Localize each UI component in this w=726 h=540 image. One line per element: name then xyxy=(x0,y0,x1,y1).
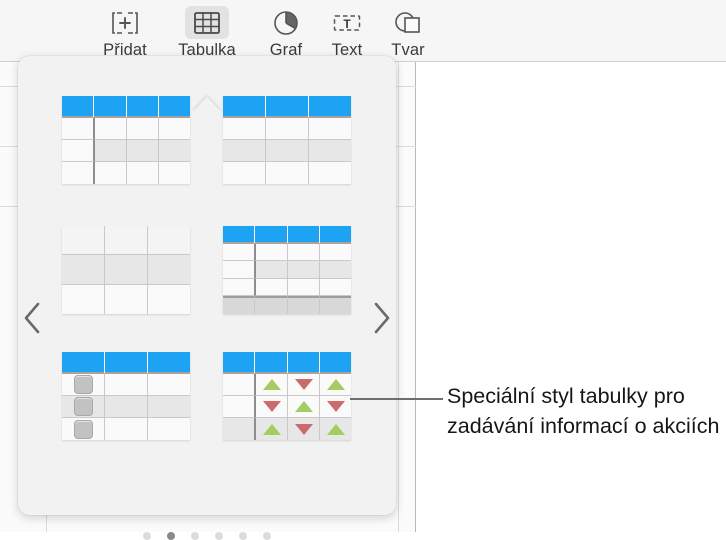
table-style-thumbnail[interactable] xyxy=(62,226,190,314)
table-styles-popover xyxy=(15,56,399,540)
arrow-down-icon xyxy=(326,401,345,412)
toolbar-button-pridat[interactable]: Přidat xyxy=(88,4,162,60)
table-style-thumbnail[interactable] xyxy=(62,96,190,184)
page-dot[interactable] xyxy=(143,532,151,540)
toolbar-button-tvar[interactable]: Tvar xyxy=(371,4,445,60)
table-body-row xyxy=(62,418,190,440)
table-body-row xyxy=(62,284,190,314)
table-body-row xyxy=(62,226,190,256)
add-box-icon xyxy=(103,6,147,39)
arrow-up-icon xyxy=(262,379,281,390)
arrow-down-icon xyxy=(262,401,281,412)
table-body-row xyxy=(62,118,190,140)
page-dot[interactable] xyxy=(263,532,271,540)
toolbar-label-tvar: Tvar xyxy=(391,41,425,59)
page-dot[interactable] xyxy=(191,532,199,540)
arrow-up-icon xyxy=(326,423,345,435)
arrow-up-icon xyxy=(294,401,313,412)
table-body-row xyxy=(223,140,351,162)
table-header-row xyxy=(223,96,351,118)
table-header-row xyxy=(223,352,351,374)
checkbox-icon xyxy=(73,375,93,394)
page-dot[interactable] xyxy=(215,532,223,540)
pie-chart-icon xyxy=(264,6,308,39)
table-body-row xyxy=(62,396,190,418)
table-body-row xyxy=(223,278,351,297)
table-header-row xyxy=(223,226,351,244)
text-box-icon: T xyxy=(325,6,369,39)
table-style-thumbnail[interactable] xyxy=(62,352,190,440)
toolbar-button-tabulka[interactable]: Tabulka xyxy=(170,4,244,60)
next-page-button[interactable] xyxy=(365,294,399,342)
toolbar: Přidat Tabulka Graf T Text Tvar xyxy=(0,0,726,62)
chevron-left-icon xyxy=(24,302,40,334)
arrow-up-icon xyxy=(262,423,281,435)
table-body-row xyxy=(223,374,351,396)
table-body-row xyxy=(223,118,351,140)
table-body-row xyxy=(223,396,351,418)
table-style-thumbnail[interactable] xyxy=(223,226,351,314)
page-dot-active[interactable] xyxy=(167,532,175,540)
table-body-row xyxy=(223,418,351,440)
prev-page-button[interactable] xyxy=(15,294,49,342)
table-style-thumbnail-stocks[interactable] xyxy=(223,352,351,440)
table-body-row xyxy=(62,162,190,184)
table-body-row xyxy=(223,261,351,279)
popover-pointer xyxy=(192,97,222,113)
table-body-row xyxy=(62,374,190,396)
page-dot[interactable] xyxy=(239,532,247,540)
table-body-row xyxy=(223,243,351,262)
shape-icon xyxy=(386,6,430,39)
table-header-row xyxy=(62,96,190,118)
arrow-up-icon xyxy=(326,379,345,390)
table-body-row xyxy=(62,140,190,162)
arrow-down-icon xyxy=(294,379,313,390)
page-indicator-dots[interactable] xyxy=(18,532,396,540)
arrow-down-icon xyxy=(294,423,313,435)
svg-text:T: T xyxy=(343,17,351,31)
table-icon xyxy=(185,6,229,39)
table-header-row xyxy=(62,352,190,374)
table-style-thumbnail[interactable] xyxy=(223,96,351,184)
table-footer-row xyxy=(223,296,351,314)
callout-text: Speciální styl tabulky pro zadávání info… xyxy=(447,384,720,438)
checkbox-icon xyxy=(73,419,93,439)
chevron-right-icon xyxy=(374,302,390,334)
checkbox-icon xyxy=(73,397,93,416)
table-body-row xyxy=(62,255,190,285)
callout-leader-line xyxy=(350,398,443,400)
table-body-row xyxy=(223,162,351,184)
